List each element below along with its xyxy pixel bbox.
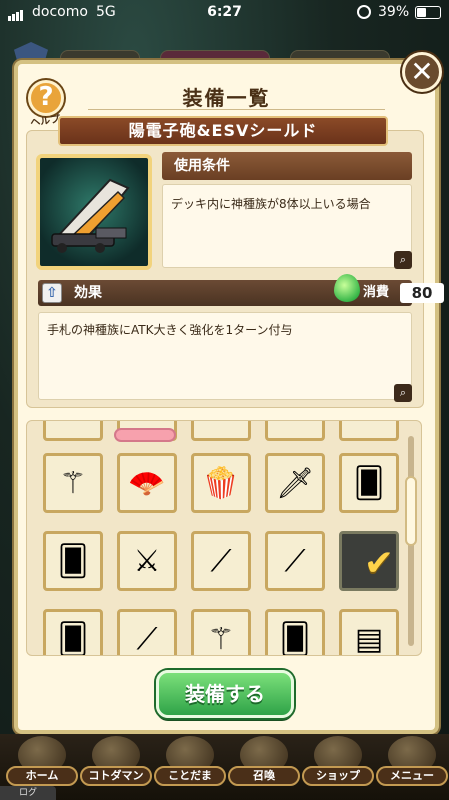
nav-item[interactable]: ホーム (2, 734, 82, 790)
checkmark-icon: ✔ (363, 543, 394, 584)
nav-item-label: ショップ (302, 766, 374, 786)
light-sword-icon: ⟋ (136, 621, 158, 656)
close-button[interactable]: ✕ (402, 52, 442, 92)
mace-icon: ⚚ (207, 621, 235, 656)
inventory-slot[interactable]: 🂠 (43, 609, 103, 656)
inventory-slot[interactable]: ⟋ (191, 531, 251, 591)
character-card-icon: 🂠 (57, 543, 89, 579)
inventory-slot[interactable]: ⟋ (117, 609, 177, 656)
condition-header: 使用条件 (162, 152, 412, 180)
battery-percent: 39% (378, 4, 410, 20)
inventory-slot-partial[interactable] (265, 421, 325, 441)
condition-box: デッキ内に神種族が8体以上いる場合 (162, 184, 412, 268)
battery-icon (415, 6, 441, 19)
nav-item[interactable]: ことだま (150, 734, 230, 790)
zoom-condition-button[interactable]: ⌕ (394, 251, 412, 269)
inventory-slot-selected[interactable]: ✔ (339, 531, 399, 591)
nav-item[interactable]: 召喚 (224, 734, 304, 790)
log-button[interactable]: ログ (0, 786, 56, 800)
staff-icon: ⚚ (59, 465, 87, 501)
equip-button[interactable]: 装備する (156, 670, 294, 718)
inventory-grid[interactable]: ⚚ 🪭 🍿 🗡 🂠 🂠 ⚔ ⟋ ⟋ ✔ 🂠 ⟋ ⚚ 🂠 ▤ (26, 420, 422, 656)
inventory-slot[interactable]: ⚚ (191, 609, 251, 656)
nav-item[interactable]: コトダマン (76, 734, 156, 790)
nav-item-label: メニュー (376, 766, 448, 786)
popcorn-icon: 🍿 (202, 465, 240, 501)
cost-drop-icon (334, 274, 360, 302)
character-card-icon: 🂠 (279, 621, 311, 656)
cost-value: 80 (400, 283, 444, 303)
inventory-slot[interactable]: 🪭 (117, 453, 177, 513)
effect-label: 効果 (74, 285, 102, 301)
up-arrow-icon: ⇧ (42, 283, 62, 303)
inventory-slot[interactable]: ⟋ (265, 531, 325, 591)
magnifier-icon: ⌕ (399, 253, 407, 266)
nav-item-label: 召喚 (228, 766, 300, 786)
scrollbar-thumb[interactable] (405, 476, 417, 546)
nav-item-label: コトダマン (80, 766, 152, 786)
character-card-icon: 🂠 (353, 465, 385, 501)
item-image (36, 154, 152, 270)
inventory-slot[interactable]: 🂠 (265, 609, 325, 656)
new-badge (114, 428, 176, 442)
nav-item[interactable]: ショップ (298, 734, 378, 790)
character-card-icon: 🂠 (57, 621, 89, 656)
effect-text: 手札の神種族にATK大きく強化を1ターン付与 (47, 323, 293, 337)
nav-item[interactable]: メニュー (372, 734, 449, 790)
dialog-title: 装備一覧 (182, 86, 271, 110)
close-icon: ✕ (410, 55, 434, 88)
effect-box: 手札の神種族にATK大きく強化を1ターン付与 (38, 312, 412, 400)
inventory-slot-partial[interactable] (191, 421, 251, 441)
inventory-slot-partial[interactable] (43, 421, 103, 441)
question-icon: ? (38, 82, 54, 112)
inventory-slot-partial[interactable] (339, 421, 399, 441)
skull-dagger-icon: 🗡 (275, 465, 315, 501)
cost-label: 消費 (363, 285, 390, 300)
zoom-effect-button[interactable]: ⌕ (394, 384, 412, 402)
inventory-slot[interactable]: 🍿 (191, 453, 251, 513)
cannon-shield-icon (51, 178, 130, 253)
effect-header: ⇧ 効果 消費 80 (38, 274, 444, 306)
nav-item-label: ホーム (6, 766, 78, 786)
status-bar: docomo 5G 6:27 39% (0, 0, 449, 26)
condition-text: デッキ内に神種族が8体以上いる場合 (171, 197, 371, 211)
red-spear-icon: ⟋ (210, 543, 232, 579)
inventory-slot[interactable]: ⚔ (117, 531, 177, 591)
twin-blades-icon: ⚔ (133, 543, 161, 579)
nav-item-label: ことだま (154, 766, 226, 786)
inventory-slot[interactable]: 🂠 (339, 453, 399, 513)
book-icon: ▤ (354, 621, 384, 656)
help-label: ヘルプ (29, 113, 61, 130)
inventory-slot[interactable]: ⚚ (43, 453, 103, 513)
title-divider (88, 109, 385, 110)
orientation-lock-icon (357, 5, 371, 19)
inventory-slot[interactable]: ▤ (339, 609, 399, 656)
fan-icon: 🪭 (128, 465, 166, 501)
inventory-slot[interactable]: 🗡 (265, 453, 325, 513)
item-name-banner: 陽電子砲&ESVシールド (58, 116, 388, 146)
red-sword-icon: ⟋ (284, 543, 306, 579)
bottom-nav: ホーム コトダマン ことだま 召喚 ショップ メニュー (0, 734, 449, 800)
inventory-slot[interactable]: 🂠 (43, 531, 103, 591)
magnifier-icon: ⌕ (399, 386, 407, 399)
